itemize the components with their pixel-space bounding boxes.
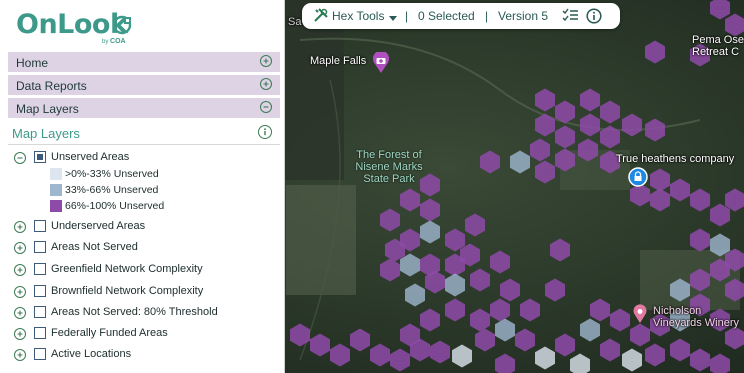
accordion-label: Map Layers (16, 102, 79, 116)
nicholson-label-line2: Vineyards Winery (653, 317, 739, 329)
expand-icon[interactable] (14, 286, 26, 298)
expand-icon[interactable] (260, 55, 272, 67)
layer-checkbox[interactable] (34, 327, 46, 339)
sidebar: OnLook by COA Home Data Reports Map Layers… (0, 0, 285, 373)
map-layers-section-title: Map Layers (12, 126, 80, 141)
logo-text: OnLook (16, 9, 128, 40)
expand-icon[interactable] (14, 307, 26, 319)
logo-by: by (102, 39, 109, 45)
accordion-label: Data Reports (16, 79, 87, 93)
layers-info-icon[interactable] (258, 125, 272, 139)
layer-label: Underserved Areas (51, 220, 146, 232)
layer-label: Brownfield Network Complexity (51, 285, 204, 297)
onlook-logo: OnLook by COA (16, 9, 132, 50)
map-label-true-heathens: True heathens company (616, 153, 735, 165)
expand-icon[interactable] (14, 221, 26, 233)
legend-label: 33%-66% Unserved (65, 184, 159, 196)
accordion-home[interactable]: Home (8, 52, 280, 72)
hex-tools-button[interactable]: Hex Tools (332, 9, 384, 23)
accordion-label: Home (16, 56, 49, 70)
legend-label: >0%-33% Unserved (65, 168, 159, 180)
toolbar-separator-1: | (405, 9, 409, 23)
expand-icon[interactable] (14, 264, 26, 276)
lock-pin-icon[interactable] (628, 167, 648, 194)
winery-pin-icon[interactable] (632, 304, 648, 329)
logo-byline: by COA (102, 38, 126, 45)
pema-label-line1: Pema Ose (692, 34, 744, 46)
expand-icon[interactable] (14, 349, 26, 361)
layer-checkbox[interactable] (34, 151, 46, 163)
map-layers-section-header: Map Layers (8, 122, 280, 145)
accordion-map-layers[interactable]: Map Layers (8, 98, 280, 118)
pema-label-line2: Retreat C (692, 46, 740, 58)
version-label: Version 5 (498, 9, 549, 23)
layer-label: Areas Not Served (51, 241, 138, 253)
forest-label-line3: State Park (363, 173, 415, 185)
info-icon[interactable] (586, 8, 602, 27)
toolbar-separator-2: | (485, 9, 489, 23)
checklist-icon[interactable] (562, 8, 579, 26)
accordion-data-reports[interactable]: Data Reports (8, 75, 280, 95)
forest-label-line2: Nisene Marks (355, 161, 423, 173)
layer-checkbox[interactable] (34, 263, 46, 275)
map-label-nicholson: Nicholson Vineyards Winery (653, 305, 739, 329)
map-label-forest: The Forest of Nisene Marks State Park (345, 149, 433, 185)
layer-label: Areas Not Served: 80% Threshold (51, 306, 218, 318)
expand-icon[interactable] (14, 328, 26, 340)
logo-mark-icon (112, 15, 132, 35)
nicholson-label-line1: Nicholson (653, 305, 702, 317)
expand-icon[interactable] (260, 78, 272, 90)
map-label-edge: Sa (288, 16, 302, 28)
camera-pin-icon[interactable] (371, 50, 391, 79)
legend-swatch (50, 184, 62, 196)
hex-toolbar: Hex Tools | 0 Selected | Version 5 (302, 3, 620, 29)
layer-label: Federally Funded Areas (51, 327, 168, 339)
forest-label-line1: The Forest of (356, 149, 422, 161)
layer-checkbox[interactable] (34, 241, 46, 253)
logo-company: COA (110, 38, 126, 45)
chevron-down-icon[interactable] (389, 11, 397, 25)
map-label-pema: Pema Ose Retreat C (692, 34, 744, 58)
layer-checkbox[interactable] (34, 220, 46, 232)
legend-swatch (50, 200, 62, 212)
layer-checkbox[interactable] (34, 348, 46, 360)
legend-label: 66%-100% Unserved (65, 200, 165, 212)
layer-checkbox[interactable] (34, 306, 46, 318)
layer-label: Unserved Areas (51, 151, 130, 163)
selected-count: 0 Selected (418, 9, 475, 23)
legend-swatch (50, 168, 62, 180)
layer-checkbox[interactable] (34, 285, 46, 297)
expand-icon[interactable] (14, 242, 26, 254)
collapse-icon[interactable] (14, 152, 26, 164)
map-label-maple-falls: Maple Falls (310, 55, 367, 67)
layer-label: Active Locations (51, 348, 132, 360)
collapse-icon[interactable] (260, 101, 272, 113)
hex-tools-icon[interactable] (313, 7, 329, 26)
layer-label: Greenfield Network Complexity (51, 263, 203, 275)
